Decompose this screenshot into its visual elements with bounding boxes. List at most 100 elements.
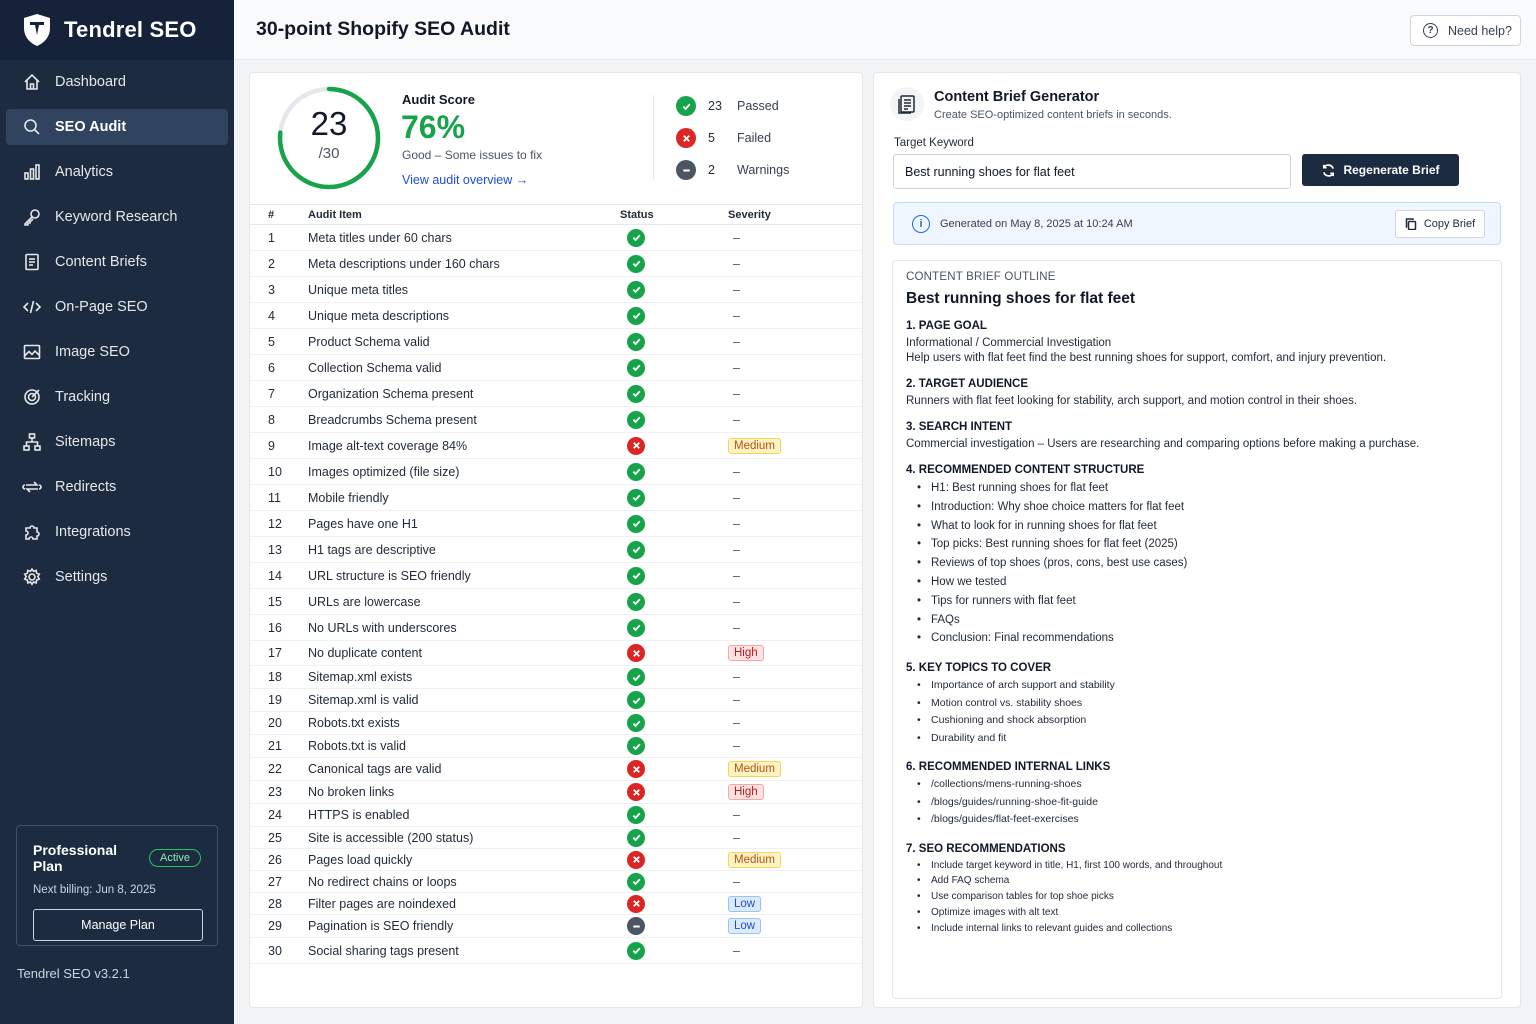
table-row[interactable]: 26 Pages load quickly Medium: [250, 848, 862, 871]
table-row[interactable]: 30 Social sharing tags present –: [250, 937, 862, 964]
table-row[interactable]: 22 Canonical tags are valid Medium: [250, 757, 862, 781]
sidebar-item-analytics[interactable]: Analytics: [6, 154, 228, 190]
table-row[interactable]: 3 Unique meta titles –: [250, 276, 862, 303]
table-row[interactable]: 17 No duplicate content High: [250, 640, 862, 666]
table-row[interactable]: 2 Meta descriptions under 160 chars –: [250, 250, 862, 277]
sidebar-item-sitemaps[interactable]: Sitemaps: [6, 424, 228, 460]
severity-cell: Low: [728, 892, 862, 915]
sidebar-item-settings[interactable]: Settings: [6, 559, 228, 595]
table-row[interactable]: 4 Unique meta descriptions –: [250, 302, 862, 329]
severity-none: –: [733, 874, 740, 889]
table-row[interactable]: 5 Product Schema valid –: [250, 328, 862, 355]
copy-brief-label: Copy Brief: [1423, 218, 1476, 230]
row-number: 11: [250, 484, 308, 511]
generated-info-bar: i Generated on May 8, 2025 at 10:24 AM C…: [893, 202, 1501, 245]
brand[interactable]: Tendrel SEO: [0, 0, 234, 60]
search-icon: [22, 117, 42, 137]
table-row[interactable]: 28 Filter pages are noindexed Low: [250, 892, 862, 915]
sidebar-item-keyword-research[interactable]: Keyword Research: [6, 199, 228, 235]
sidebar-nav: Dashboard SEO Audit Analytics Keyword Resea…: [0, 60, 234, 595]
section-list: Include target keyword in title, H1, fir…: [917, 858, 1488, 937]
severity-none: –: [733, 412, 740, 427]
audit-item: Image alt-text coverage 84%: [308, 432, 620, 459]
sidebar-item-label: Analytics: [55, 164, 114, 180]
x-circle-icon: [627, 783, 645, 801]
table-row[interactable]: 6 Collection Schema valid –: [250, 354, 862, 381]
list-item: Include internal links to relevant guide…: [917, 921, 1488, 937]
severity-cell: Low: [728, 914, 862, 938]
table-row[interactable]: 27 No redirect chains or loops –: [250, 870, 862, 893]
table-row[interactable]: 8 Breadcrumbs Schema present –: [250, 406, 862, 433]
regenerate-brief-button[interactable]: Regenerate Brief: [1302, 154, 1459, 186]
audit-item: Social sharing tags present: [308, 937, 620, 964]
row-number: 16: [250, 614, 308, 641]
check-circle-icon: [627, 228, 645, 247]
audit-item: HTTPS is enabled: [308, 803, 620, 827]
outline-section: 3. SEARCH INTENT Commercial investigation…: [906, 421, 1488, 450]
audit-item: Mobile friendly: [308, 484, 620, 511]
severity-cell: –: [728, 665, 862, 689]
list-item: Importance of arch support and stability: [917, 677, 1488, 695]
target-keyword-label: Target Keyword: [894, 137, 974, 149]
row-number: 14: [250, 562, 308, 589]
sidebar-item-label: SEO Audit: [55, 119, 127, 135]
need-help-button[interactable]: ? Need help?: [1410, 15, 1521, 46]
outline-section: 4. RECOMMENDED CONTENT STRUCTURE H1: Best…: [906, 464, 1488, 648]
table-row[interactable]: 23 No broken links High: [250, 780, 862, 804]
table-row[interactable]: 21 Robots.txt is valid –: [250, 734, 862, 758]
table-row[interactable]: 15 URLs are lowercase –: [250, 588, 862, 615]
sidebar-item-seo-audit[interactable]: SEO Audit: [6, 109, 228, 145]
stat-label: Failed: [737, 131, 772, 145]
plan-billing: Next billing: Jun 8, 2025: [33, 884, 156, 896]
table-row[interactable]: 7 Organization Schema present –: [250, 380, 862, 407]
audit-item: URL structure is SEO friendly: [308, 562, 620, 589]
audit-score-summary: Good – Some issues to fix: [402, 148, 543, 162]
copy-brief-button[interactable]: Copy Brief: [1395, 210, 1485, 238]
row-number: 30: [250, 937, 308, 964]
row-number: 28: [250, 892, 308, 915]
severity-badge: Medium: [728, 761, 781, 777]
sidebar-item-dashboard[interactable]: Dashboard: [6, 64, 228, 100]
table-row[interactable]: 19 Sitemap.xml is valid –: [250, 688, 862, 712]
view-audit-overview-link[interactable]: View audit overview →: [402, 173, 528, 187]
audit-item: Organization Schema present: [308, 380, 620, 407]
sidebar-item-redirects[interactable]: Redirects: [6, 469, 228, 505]
table-row[interactable]: 18 Sitemap.xml exists –: [250, 665, 862, 689]
document-icon: [22, 252, 42, 272]
sidebar-item-integrations[interactable]: Integrations: [6, 514, 228, 550]
list-item: FAQs: [917, 611, 1488, 630]
check-circle-icon: [627, 806, 645, 824]
sidebar-item-image-seo[interactable]: Image SEO: [6, 334, 228, 370]
target-keyword-input[interactable]: [893, 154, 1291, 189]
list-item: What to look for in running shoes for fl…: [917, 517, 1488, 536]
table-row[interactable]: 16 No URLs with underscores –: [250, 614, 862, 641]
table-row[interactable]: 25 Site is accessible (200 status) –: [250, 826, 862, 849]
check-circle-icon: [676, 96, 696, 116]
table-row[interactable]: 20 Robots.txt exists –: [250, 711, 862, 735]
row-number: 1: [250, 224, 308, 251]
sidebar-item-on-page-seo[interactable]: On-Page SEO: [6, 289, 228, 325]
x-circle-icon: [627, 894, 645, 913]
sidebar-item-label: Integrations: [55, 524, 131, 540]
table-row[interactable]: 29 Pagination is SEO friendly Low: [250, 914, 862, 938]
table-row[interactable]: 1 Meta titles under 60 chars –: [250, 224, 862, 251]
page-title: 30-point Shopify SEO Audit: [256, 18, 510, 40]
table-row[interactable]: 14 URL structure is SEO friendly –: [250, 562, 862, 589]
list-item: /blogs/guides/running-shoe-fit-guide: [917, 794, 1488, 812]
table-row[interactable]: 13 H1 tags are descriptive –: [250, 536, 862, 563]
app-name: Tendrel SEO: [64, 17, 197, 42]
sidebar-item-content-briefs[interactable]: Content Briefs: [6, 244, 228, 280]
sidebar-item-tracking[interactable]: Tracking: [6, 379, 228, 415]
table-row[interactable]: 24 HTTPS is enabled –: [250, 803, 862, 827]
severity-cell: –: [728, 302, 862, 329]
table-row[interactable]: 11 Mobile friendly –: [250, 484, 862, 511]
table-row[interactable]: 9 Image alt-text coverage 84% Medium: [250, 432, 862, 459]
manage-plan-button[interactable]: Manage Plan: [33, 909, 203, 941]
table-row[interactable]: 12 Pages have one H1 –: [250, 510, 862, 537]
table-row[interactable]: 10 Images optimized (file size) –: [250, 458, 862, 485]
audit-item: Canonical tags are valid: [308, 757, 620, 781]
column-header-severity: Severity: [728, 204, 862, 225]
copy-icon: [1405, 218, 1417, 230]
key-icon: [22, 207, 42, 227]
status-cell: [620, 914, 728, 938]
